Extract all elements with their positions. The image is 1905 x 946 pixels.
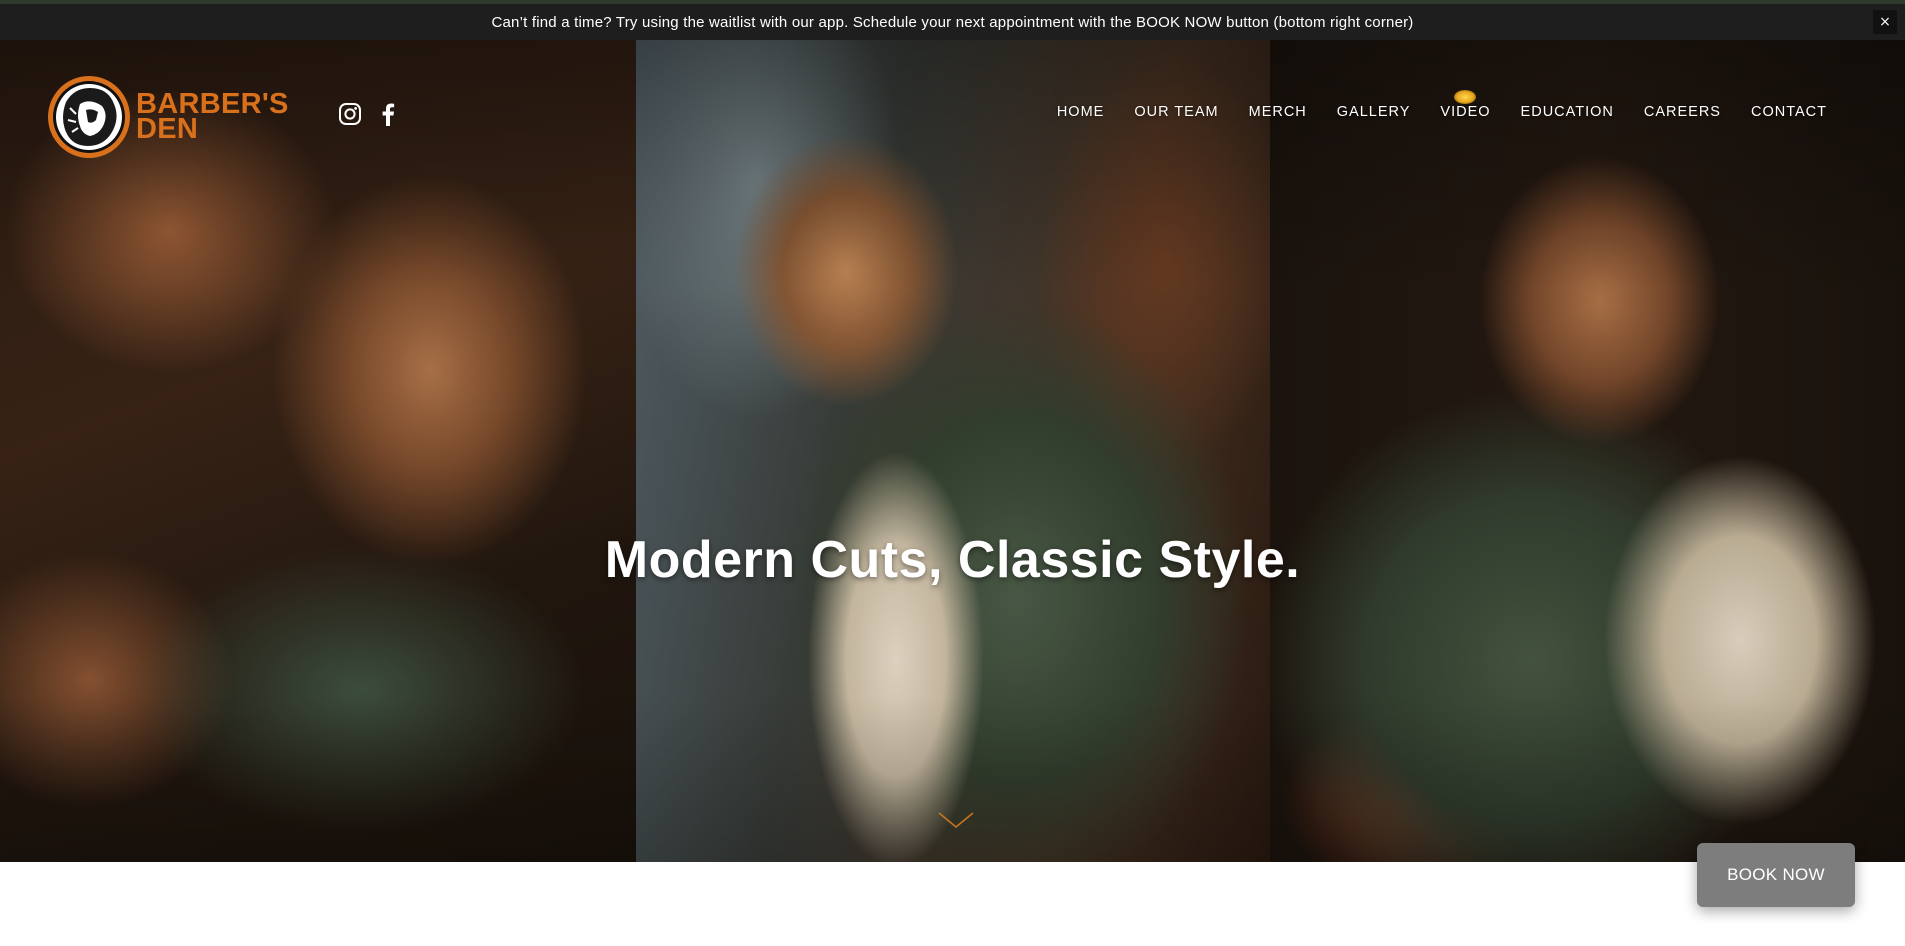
hero-overlay bbox=[0, 40, 1905, 862]
brand-logo[interactable]: BARBER'S DEN bbox=[46, 74, 289, 160]
hero-section: Modern Cuts, Classic Style. bbox=[0, 40, 1905, 862]
social-links bbox=[338, 102, 400, 126]
close-announcement-button[interactable]: × bbox=[1873, 10, 1897, 34]
main-nav: HOME OUR TEAM MERCH GALLERY VIDEO EDUCAT… bbox=[1027, 104, 1827, 120]
announcement-text: Can’t find a time? Try using the waitlis… bbox=[491, 13, 1414, 31]
brand-line-2: DEN bbox=[136, 113, 199, 145]
nav-item-merch[interactable]: MERCH bbox=[1249, 104, 1307, 120]
scroll-down-chevron-icon[interactable] bbox=[937, 810, 975, 830]
lion-logo-icon bbox=[48, 76, 130, 158]
nav-item-education[interactable]: EDUCATION bbox=[1521, 104, 1614, 120]
hero-title: Modern Cuts, Classic Style. bbox=[604, 531, 1301, 589]
announcement-bar: Can’t find a time? Try using the waitlis… bbox=[0, 4, 1905, 40]
nav-item-home[interactable]: HOME bbox=[1057, 104, 1105, 120]
instagram-icon[interactable] bbox=[338, 102, 362, 126]
facebook-icon[interactable] bbox=[376, 102, 400, 126]
nav-item-our-team[interactable]: OUR TEAM bbox=[1134, 104, 1218, 120]
brand-wordmark: BARBER'S DEN bbox=[136, 90, 289, 145]
book-now-button[interactable]: BOOK NOW bbox=[1697, 843, 1855, 907]
light-glow bbox=[1454, 90, 1476, 104]
nav-item-contact[interactable]: CONTACT bbox=[1751, 104, 1827, 120]
nav-item-careers[interactable]: CAREERS bbox=[1644, 104, 1721, 120]
nav-item-video[interactable]: VIDEO bbox=[1440, 104, 1490, 120]
nav-item-gallery[interactable]: GALLERY bbox=[1337, 104, 1411, 120]
